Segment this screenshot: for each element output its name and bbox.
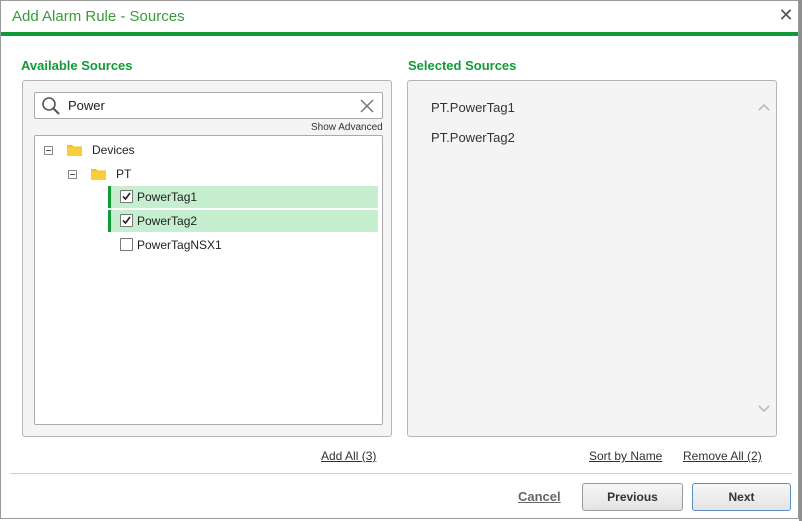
show-advanced-link[interactable]: Show Advanced: [311, 122, 383, 133]
tree-node-pt[interactable]: PT: [35, 163, 382, 185]
selected-source-item[interactable]: PT.PowerTag2: [431, 130, 515, 145]
remove-all-button[interactable]: Remove All (2): [683, 449, 762, 463]
title-divider: [1, 32, 798, 36]
previous-button[interactable]: Previous: [582, 483, 683, 511]
next-button[interactable]: Next: [692, 483, 791, 511]
collapse-icon[interactable]: [68, 170, 77, 179]
clear-search-icon[interactable]: [359, 98, 375, 114]
checkbox-checked[interactable]: [120, 214, 133, 227]
tree-item-powertagnsx1[interactable]: PowerTagNSX1: [108, 234, 378, 256]
folder-icon: [91, 169, 106, 180]
folder-icon: [67, 145, 82, 156]
tree-item-powertag2[interactable]: PowerTag2: [108, 210, 378, 232]
dialog-title: Add Alarm Rule - Sources: [12, 8, 185, 25]
selected-source-item[interactable]: PT.PowerTag1: [431, 100, 515, 115]
add-all-button[interactable]: Add All (3): [321, 449, 376, 463]
scroll-down-icon[interactable]: [757, 404, 771, 414]
cancel-button[interactable]: Cancel: [518, 489, 561, 504]
footer-divider: [10, 473, 792, 474]
tree-item-label: PowerTagNSX1: [137, 238, 222, 252]
scroll-up-icon[interactable]: [757, 102, 771, 112]
close-icon[interactable]: ✕: [777, 5, 795, 25]
tree-item-label: PowerTag1: [137, 190, 198, 204]
search-box: [34, 92, 383, 119]
tree-node-devices[interactable]: Devices: [35, 139, 382, 161]
tree-item-powertag1[interactable]: PowerTag1: [108, 186, 378, 208]
search-input[interactable]: [68, 96, 348, 115]
collapse-icon[interactable]: [44, 146, 53, 155]
add-alarm-rule-dialog: Add Alarm Rule - Sources ✕ Available Sou…: [0, 0, 799, 519]
title-bar: Add Alarm Rule - Sources ✕: [1, 1, 798, 32]
selected-sources-label: Selected Sources: [408, 58, 517, 73]
checkbox-unchecked[interactable]: [120, 238, 133, 251]
sort-by-name-button[interactable]: Sort by Name: [589, 449, 662, 463]
tree-label-pt: PT: [116, 167, 132, 181]
tree-item-label: PowerTag2: [137, 214, 198, 228]
source-tree: Devices PT: [34, 135, 383, 425]
checkbox-checked[interactable]: [120, 190, 133, 203]
tree-label-devices: Devices: [92, 143, 135, 157]
search-icon: [42, 97, 60, 115]
available-sources-label: Available Sources: [21, 58, 133, 73]
